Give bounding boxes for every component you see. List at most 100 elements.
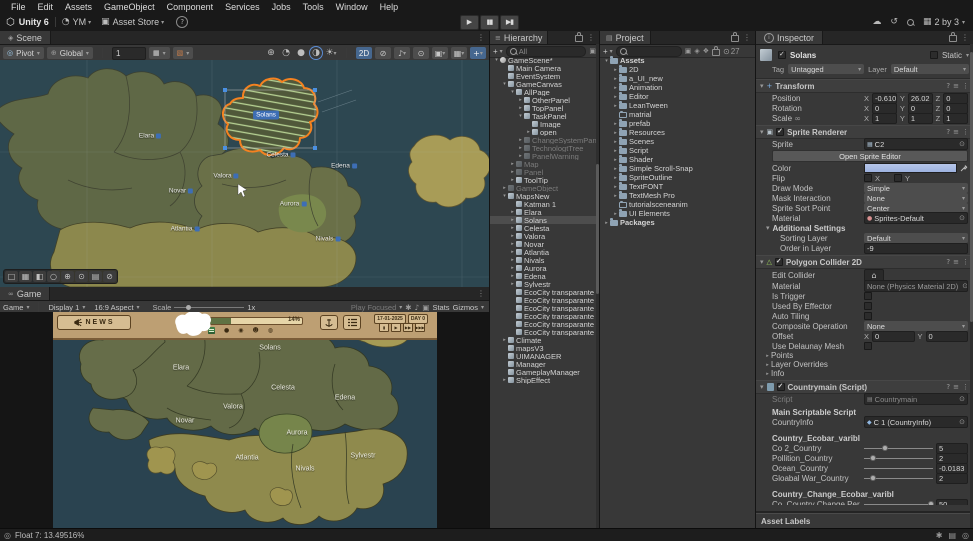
slider-knob[interactable] bbox=[869, 475, 876, 481]
sprite-renderer-header[interactable]: ▾▣ Sprite Renderer ?≡⋮ bbox=[756, 125, 973, 139]
ocean-country-slider[interactable] bbox=[864, 463, 933, 473]
gloabal-war-country-slider[interactable] bbox=[864, 473, 933, 483]
scale-z-field[interactable]: 1 bbox=[943, 112, 969, 124]
scene-map-label-solans[interactable]: Solans bbox=[253, 110, 279, 120]
gizmos-handle-button[interactable]: + ▾ bbox=[470, 47, 486, 59]
expand-arrow[interactable]: ▸ bbox=[612, 184, 619, 190]
project-search-input[interactable] bbox=[628, 46, 678, 56]
expand-arrow[interactable]: ▸ bbox=[612, 211, 619, 217]
expand-arrow[interactable]: ▸ bbox=[509, 209, 516, 215]
countrymain-header[interactable]: ▾ Countrymain (Script) ?≡⋮ bbox=[756, 380, 973, 394]
hierarchy-item-nivals[interactable]: ▸ Nivals bbox=[490, 256, 599, 264]
more-icon[interactable]: ⋮ bbox=[961, 33, 969, 42]
link-scale-icon[interactable]: ∞ bbox=[794, 114, 801, 123]
pollition-country-slider[interactable] bbox=[864, 453, 933, 463]
hierarchy-item-katman-1[interactable]: Katman 1 bbox=[490, 200, 599, 208]
lock-icon[interactable] bbox=[711, 45, 720, 56]
menu-tools[interactable]: Tools bbox=[297, 2, 330, 12]
vsync-icon[interactable]: ▣ bbox=[422, 303, 429, 312]
expand-arrow[interactable]: ▸ bbox=[612, 148, 619, 154]
hierarchy-item-main-camera[interactable]: Main Camera bbox=[490, 64, 599, 72]
menu-help[interactable]: Help bbox=[374, 2, 405, 12]
project-item-leantween[interactable]: ▸ LeanTween bbox=[600, 101, 755, 110]
eyedropper-icon[interactable] bbox=[960, 164, 968, 172]
countryinfo-object-field[interactable]: ◆ C 1 (CountryInfo) ⊙ bbox=[864, 416, 968, 428]
expand-arrow[interactable]: ▸ bbox=[612, 193, 619, 199]
step-button[interactable]: ▶▮ bbox=[500, 14, 519, 30]
expand-arrow[interactable]: ▸ bbox=[612, 175, 619, 181]
tab-scene[interactable]: ◈ Scene bbox=[0, 31, 51, 44]
expand-arrow[interactable]: ▸ bbox=[509, 265, 516, 271]
expand-arrow[interactable]: ▸ bbox=[517, 105, 524, 111]
grid-size-field[interactable]: 1 bbox=[111, 46, 146, 60]
tab-inspector[interactable]: i Inspector bbox=[756, 31, 824, 44]
zoom-tool[interactable]: ⊕ bbox=[61, 271, 74, 282]
project-item-scenes[interactable]: ▸ Scenes bbox=[600, 137, 755, 146]
project-search[interactable] bbox=[615, 45, 682, 57]
scene-map-label-atlantia[interactable]: Atlantia bbox=[171, 226, 200, 233]
flip-x-checkbox[interactable] bbox=[864, 174, 872, 182]
expand-arrow[interactable]: ▾ bbox=[493, 57, 500, 63]
clipped-value-field[interactable]: 50 bbox=[936, 499, 968, 505]
cloud-icon[interactable]: ☁ bbox=[872, 17, 881, 27]
hierarchy-item-manager[interactable]: Manager bbox=[490, 360, 599, 368]
hierarchy-item-changesystempanel[interactable]: ▸ ChangeSystemPanel bbox=[490, 136, 599, 144]
expand-arrow[interactable]: ▸ bbox=[612, 130, 619, 136]
scene-lighting-button[interactable]: ⊘ bbox=[375, 47, 391, 59]
expand-arrow[interactable]: ▾ bbox=[509, 89, 516, 95]
project-item-animation[interactable]: ▸ Animation bbox=[600, 83, 755, 92]
game-viewport[interactable]: Solans Elara Celesta Edena Valora Novar Aurora… bbox=[0, 312, 489, 528]
hierarchy-item-solans[interactable]: ▸ Solans bbox=[490, 216, 599, 224]
expand-arrow[interactable]: ▾ bbox=[501, 81, 508, 87]
hierarchy-item-valora[interactable]: ▸ Valora bbox=[490, 232, 599, 240]
scene-map-label-nivals[interactable]: Nivals bbox=[316, 236, 341, 243]
hierarchy-item-mapsv3[interactable]: mapsV3 bbox=[490, 344, 599, 352]
expand-arrow[interactable]: ▸ bbox=[509, 217, 516, 223]
component-enabled-checkbox[interactable] bbox=[776, 127, 785, 136]
project-item-2d[interactable]: ▸ 2D bbox=[600, 65, 755, 74]
project-item-textfont[interactable]: ▸ TextFONT bbox=[600, 182, 755, 191]
hierarchy-item-edena[interactable]: ▸ Edena bbox=[490, 272, 599, 280]
offset-y-field[interactable]: 0 bbox=[925, 330, 968, 342]
delaunay-checkbox[interactable] bbox=[864, 342, 872, 350]
offset-x-field[interactable]: 0 bbox=[872, 330, 915, 342]
hierarchy-item-aurora[interactable]: ▸ Aurora bbox=[490, 264, 599, 272]
military-button[interactable] bbox=[320, 315, 338, 330]
open-sprite-editor-button[interactable]: Open Sprite Editor bbox=[772, 150, 968, 162]
account-dropdown[interactable]: YM bbox=[73, 17, 87, 27]
create-asset-dropdown[interactable]: + ▾ bbox=[603, 47, 613, 56]
expand-arrow[interactable]: ▸ bbox=[603, 220, 610, 226]
expand-arrow[interactable]: ▸ bbox=[509, 161, 516, 167]
display-dropdown[interactable]: Display 1 ▾ bbox=[48, 303, 85, 312]
hierarchy-item-gameobject[interactable]: ▸ GameObject bbox=[490, 184, 599, 192]
project-item-simple-scroll-snap[interactable]: ▸ Simple Scroll-Snap bbox=[600, 164, 755, 173]
scene-visibility-icon[interactable]: ▣ bbox=[589, 47, 596, 55]
hierarchy-item-tooltip[interactable]: ▸ ToolTip bbox=[490, 176, 599, 184]
hierarchy-item-novar[interactable]: ▸ Novar bbox=[490, 240, 599, 248]
favorites-icon[interactable]: ◈ bbox=[694, 47, 699, 55]
component-enabled-checkbox[interactable] bbox=[774, 257, 783, 266]
project-item-ui-elements[interactable]: ▸ UI Elements bbox=[600, 209, 755, 218]
co-2-country-slider[interactable] bbox=[864, 443, 933, 453]
render-mode-icon[interactable]: ⊕ bbox=[265, 47, 277, 59]
project-item-editor[interactable]: ▸ Editor bbox=[600, 92, 755, 101]
expand-arrow[interactable]: ▾ bbox=[517, 113, 524, 119]
static-checkbox[interactable] bbox=[929, 51, 938, 59]
scene-map-label-celesta[interactable]: Celesta bbox=[266, 152, 296, 159]
expand-arrow[interactable]: ▸ bbox=[509, 257, 516, 263]
notifications-icon[interactable]: ✱ bbox=[936, 531, 943, 540]
expand-arrow[interactable]: ▸ bbox=[509, 241, 516, 247]
gloabal-war-country-value-field[interactable]: 2 bbox=[936, 472, 968, 484]
undo-history-icon[interactable]: ↺ bbox=[890, 17, 898, 27]
move-tool[interactable]: ◧ bbox=[33, 271, 46, 282]
project-item-a-ui-new[interactable]: ▸ a_UI_new bbox=[600, 74, 755, 83]
hierarchy-item-ecocity-transparante[interactable]: EcoCity transparante bbox=[490, 328, 599, 336]
scene-audio-button[interactable]: ♪ ▾ bbox=[394, 47, 410, 59]
project-item-shader[interactable]: ▸ Shader bbox=[600, 155, 755, 164]
tab-hierarchy[interactable]: ≡ Hierarchy bbox=[490, 31, 549, 44]
expand-arrow[interactable]: ▸ bbox=[517, 145, 524, 151]
scene-map-label-valora[interactable]: Valora bbox=[213, 173, 239, 180]
expand-arrow[interactable]: ▸ bbox=[509, 281, 516, 287]
expand-arrow[interactable]: ▸ bbox=[612, 94, 619, 100]
scene-map-label-aurora[interactable]: Aurora bbox=[280, 201, 307, 208]
